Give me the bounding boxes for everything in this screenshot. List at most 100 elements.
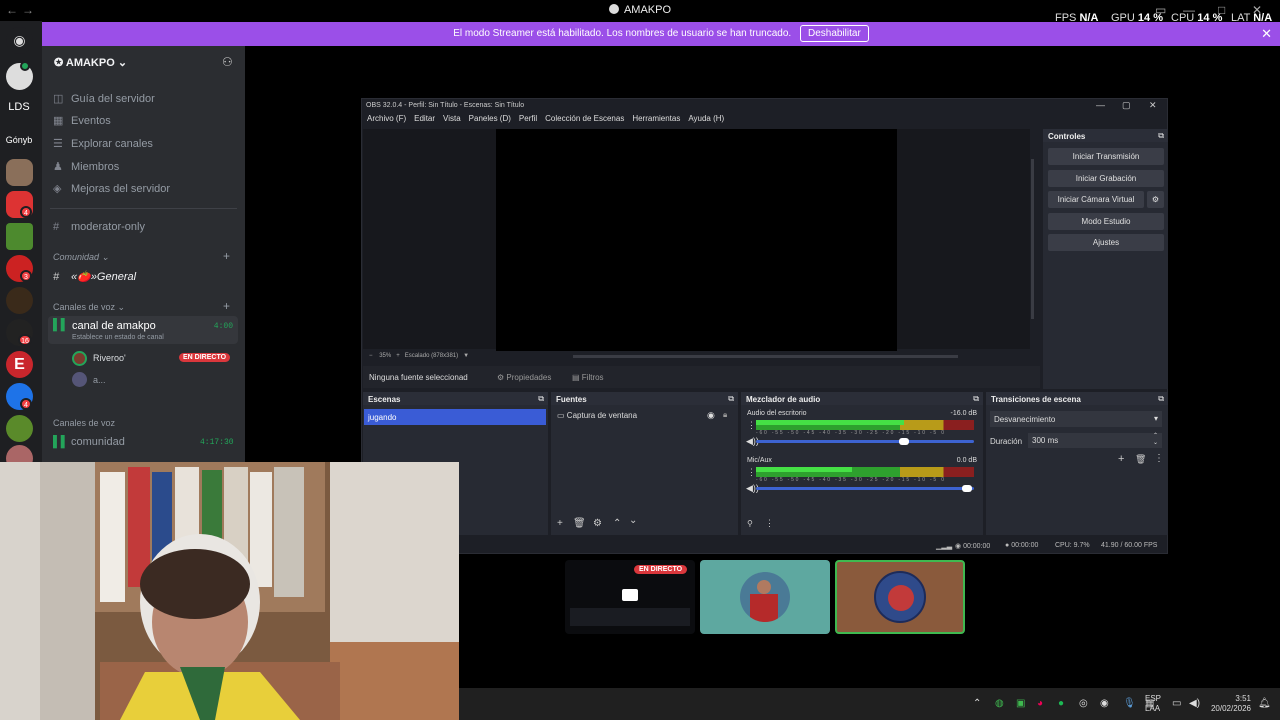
stream-tile-screen[interactable]: EN DIRECTO (565, 560, 695, 634)
move-up-chevron-icon[interactable]: ⌃ (613, 518, 621, 529)
mixer-menu-icon[interactable]: ⋮ (765, 518, 774, 529)
nav-server-boosts[interactable]: ◈ Mejoras del servidor (53, 182, 170, 195)
server-icon[interactable] (6, 159, 33, 186)
undock-icon[interactable]: ⧉ (973, 394, 979, 404)
add-channel-icon[interactable]: + (223, 249, 230, 263)
zoom-in-icon[interactable]: + (396, 353, 400, 359)
horizontal-scrollbar[interactable] (573, 355, 958, 358)
menu-scene-collection[interactable]: Colección de Escenas (545, 114, 624, 123)
chevron-down-icon[interactable]: ▼ (463, 353, 469, 359)
voice-channel-active[interactable]: ▌▌ canal de amakpo 4:00 Establece un est… (48, 316, 238, 344)
remove-source-trash-icon[interactable]: 🗑︎ (573, 518, 586, 529)
add-source-icon[interactable]: + (557, 518, 563, 529)
menu-docks[interactable]: Paneles (D) (469, 114, 511, 123)
microphone-icon[interactable]: 🎙︎ (1123, 698, 1136, 709)
transition-menu-icon[interactable]: ⋮ (1154, 453, 1164, 464)
duration-input[interactable]: 300 ms ⌃ ⌄ (1028, 433, 1162, 448)
tray-app-icon[interactable]: ◎ (1079, 698, 1088, 709)
advanced-audio-icon[interactable]: ⚲ (747, 519, 753, 528)
minecraft-server-icon[interactable] (6, 223, 33, 250)
undock-icon[interactable]: ⧉ (538, 394, 544, 404)
server-gonyb[interactable]: Gónyb (0, 135, 38, 145)
undock-icon[interactable]: ⧉ (728, 394, 734, 404)
disable-streamer-button[interactable]: Deshabilitar (799, 25, 869, 42)
slider-knob[interactable] (962, 485, 972, 492)
slider-knob[interactable] (899, 438, 910, 445)
close-banner-icon[interactable]: ✕ (1261, 22, 1272, 46)
filters-button[interactable]: ▤ Filtros (572, 373, 604, 382)
mic-menu-icon[interactable]: ⋮ (747, 467, 756, 478)
add-transition-icon[interactable]: + (1118, 453, 1124, 465)
transition-select[interactable]: Desvanecimiento ▾ (990, 411, 1162, 427)
voice-user-name[interactable]: Riveroo' (93, 353, 126, 363)
virtual-camera-settings-gear-icon[interactable]: ⚙ (1147, 191, 1164, 208)
tray-app-icon[interactable]: ▣ (1016, 698, 1025, 709)
tray-app-icon[interactable]: ◉ (1100, 698, 1109, 709)
server-lds[interactable]: LDS (0, 101, 38, 113)
category-voice[interactable]: Canales de voz ⌄ (53, 302, 125, 313)
server-header[interactable]: ✪ AMAKPO ⌄ (54, 56, 127, 69)
menu-profile[interactable]: Perfil (519, 114, 537, 123)
desktop-audio-menu-icon[interactable]: ⋮ (747, 420, 756, 431)
menu-tools[interactable]: Herramientas (632, 114, 680, 123)
start-streaming-button[interactable]: Iniciar Transmisión (1048, 148, 1164, 165)
nav-browse-channels[interactable]: ☰ Explorar canales (53, 137, 153, 150)
source-item[interactable]: ▭ Captura de ventana (557, 411, 637, 420)
spotify-icon[interactable]: ● (1058, 698, 1064, 709)
menu-edit[interactable]: Editar (414, 114, 435, 123)
remove-transition-trash-icon[interactable]: 🗑︎ (1135, 454, 1146, 465)
start-recording-button[interactable]: Iniciar Grabación (1048, 170, 1164, 187)
network-icon[interactable]: ▭ (1172, 698, 1181, 709)
notifications-bell-icon[interactable]: 🔔︎ (1258, 698, 1271, 709)
channel-status[interactable]: Establece un estado de canal (72, 334, 164, 341)
nav-members[interactable]: ♟ Miembros (53, 160, 119, 173)
language-indicator[interactable]: ESP LAA (1145, 694, 1161, 714)
properties-button[interactable]: ⚙ Propiedades (497, 373, 551, 382)
move-down-chevron-icon[interactable]: ⌄ (629, 515, 637, 526)
start-virtual-camera-button[interactable]: Iniciar Cámara Virtual (1048, 191, 1144, 208)
scene-item[interactable]: jugando (364, 409, 546, 425)
source-properties-gear-icon[interactable]: ⚙ (593, 518, 602, 529)
tray-app-icon[interactable]: ◍ (995, 698, 1004, 709)
volume-icon[interactable]: ◀) (1189, 698, 1200, 709)
channel-moderator-only[interactable]: # moderator-only (53, 221, 145, 233)
lock-icon[interactable]: 🔒︎ (723, 410, 727, 420)
mic-volume-slider[interactable] (756, 485, 974, 492)
settings-button[interactable]: Ajustes (1048, 234, 1164, 251)
category-community[interactable]: Comunidad ⌄ (53, 252, 109, 263)
avatar[interactable] (72, 351, 87, 366)
nav-server-guide[interactable]: ◫ Guía del servidor (53, 92, 155, 105)
zoom-out-icon[interactable]: − (369, 353, 373, 359)
nav-events[interactable]: ▦ Eventos (53, 114, 111, 127)
preview-scrollbar[interactable] (1031, 159, 1034, 319)
obs-minimize-icon[interactable]: — (1096, 100, 1105, 110)
obs-close-icon[interactable]: ✕ (1149, 100, 1157, 111)
show-hidden-icons-chevron-icon[interactable]: ⌃ (973, 698, 981, 709)
preview-canvas[interactable] (496, 129, 897, 351)
menu-file[interactable]: Archivo (F) (367, 114, 406, 123)
menu-help[interactable]: Ayuda (H) (688, 114, 724, 123)
server-e-icon[interactable]: E (6, 351, 33, 378)
add-channel-icon[interactable]: + (223, 299, 230, 313)
avatar[interactable] (72, 372, 87, 387)
undock-icon[interactable]: ⧉ (1158, 131, 1164, 141)
server-icon[interactable] (6, 415, 33, 442)
clock[interactable]: 3:51 20/02/2026 (1209, 694, 1251, 714)
server-icon[interactable] (6, 287, 33, 314)
obs-maximize-icon[interactable]: ▢ (1122, 100, 1131, 111)
desktop-volume-slider[interactable] (756, 438, 974, 445)
stream-tile-user-speaking[interactable] (835, 560, 965, 634)
voice-user-name[interactable]: a... (93, 375, 106, 385)
discord-home-icon[interactable]: ◉ (6, 27, 33, 54)
menu-view[interactable]: Vista (443, 114, 461, 123)
channel-general[interactable]: # «🍅»General (53, 270, 136, 283)
undock-icon[interactable]: ⧉ (1158, 394, 1164, 404)
stepper-icon[interactable]: ⌃ ⌄ (1153, 433, 1158, 447)
visibility-eye-icon[interactable]: ◉ (707, 410, 715, 421)
voice-channel-comunidad[interactable]: ▌▌ comunidad (53, 436, 125, 448)
stream-tile-user[interactable] (700, 560, 830, 634)
tray-app-icon[interactable]: ◕ (1037, 698, 1043, 709)
category-voice-2[interactable]: Canales de voz (53, 418, 115, 428)
studio-mode-button[interactable]: Modo Estudio (1048, 213, 1164, 230)
add-member-icon[interactable]: ⚇ (222, 55, 233, 69)
